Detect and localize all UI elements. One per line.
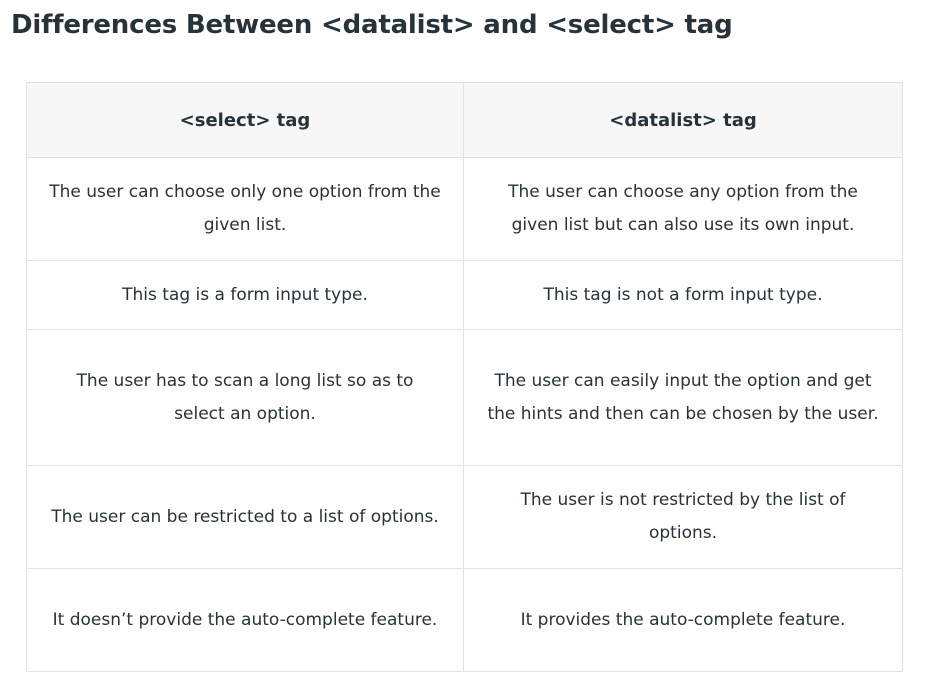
- table-cell-select: The user has to scan a long list so as t…: [26, 329, 464, 466]
- page-title: Differences Between <datalist> and <sele…: [11, 10, 733, 40]
- table-cell-select: This tag is a form input type.: [26, 260, 464, 330]
- table-cell-select: The user can choose only one option from…: [26, 157, 464, 261]
- table-cell-datalist: The user can easily input the option and…: [463, 329, 903, 466]
- table-row: The user can be restricted to a list of …: [26, 465, 903, 569]
- table-cell-datalist: This tag is not a form input type.: [463, 260, 903, 330]
- table-cell-datalist: The user can choose any option from the …: [463, 157, 903, 261]
- comparison-table: <select> tag <datalist> tag The user can…: [26, 82, 903, 672]
- table-row: This tag is a form input type. This tag …: [26, 260, 903, 330]
- header-datalist-tag: <datalist> tag: [463, 82, 903, 158]
- table-row: The user can choose only one option from…: [26, 157, 903, 261]
- header-select-tag: <select> tag: [26, 82, 464, 158]
- table-cell-select: It doesn’t provide the auto-complete fea…: [26, 568, 464, 672]
- table-row: It doesn’t provide the auto-complete fea…: [26, 568, 903, 672]
- table-cell-datalist: It provides the auto-complete feature.: [463, 568, 903, 672]
- table-header-row: <select> tag <datalist> tag: [26, 82, 903, 158]
- table-row: The user has to scan a long list so as t…: [26, 329, 903, 466]
- table-cell-datalist: The user is not restricted by the list o…: [463, 465, 903, 569]
- table-cell-select: The user can be restricted to a list of …: [26, 465, 464, 569]
